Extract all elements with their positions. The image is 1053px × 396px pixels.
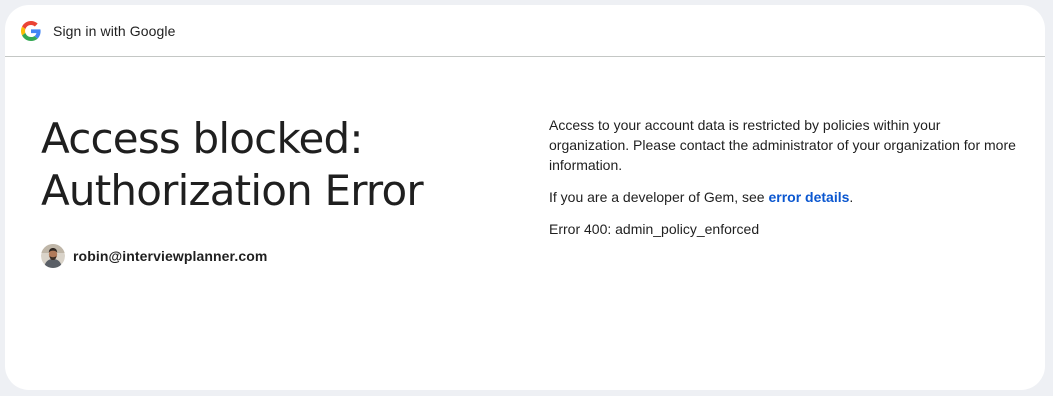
developer-prefix: If you are a developer of Gem, see <box>549 189 769 205</box>
error-code: Error 400: admin_policy_enforced <box>549 221 760 237</box>
google-g-icon <box>21 20 41 41</box>
details-section: Access to your account data is restricte… <box>549 115 1019 251</box>
header: Sign in with Google <box>5 5 1045 57</box>
sign-in-card: Sign in with Google Access blocked: Auth… <box>5 5 1045 390</box>
header-title: Sign in with Google <box>53 22 176 39</box>
restriction-text: Access to your account data is restricte… <box>549 117 1016 173</box>
title-line-2: Authorization Error <box>41 166 424 215</box>
account-email: robin@interviewplanner.com <box>73 248 268 264</box>
account-chip[interactable]: robin@interviewplanner.com <box>41 242 271 270</box>
title-line-1: Access blocked: <box>41 114 364 163</box>
developer-text: If you are a developer of Gem, see error… <box>549 187 1019 207</box>
avatar <box>41 244 65 268</box>
main-section: Access blocked: Authorization Error robi… <box>41 113 501 270</box>
page-title: Access blocked: Authorization Error <box>41 113 501 217</box>
developer-suffix: . <box>849 189 854 205</box>
error-details-link[interactable]: error details <box>768 189 849 205</box>
